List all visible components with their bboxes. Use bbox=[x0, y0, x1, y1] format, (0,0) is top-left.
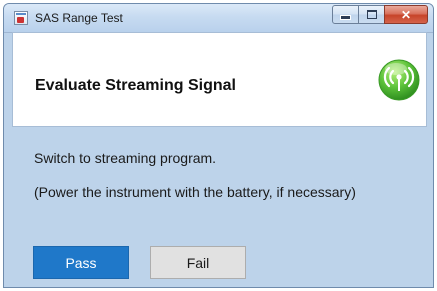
instruction-text: Switch to streaming program. bbox=[34, 150, 217, 166]
dialog-window: SAS Range Test ✕ Evaluate Streaming Sign… bbox=[3, 3, 434, 288]
maximize-icon bbox=[366, 10, 377, 19]
instruction-note: (Power the instrument with the battery, … bbox=[34, 184, 356, 200]
close-button[interactable]: ✕ bbox=[384, 5, 428, 24]
header-panel: Evaluate Streaming Signal bbox=[12, 32, 427, 127]
minimize-button[interactable] bbox=[332, 5, 359, 24]
fail-button[interactable]: Fail bbox=[150, 246, 246, 279]
title-bar[interactable]: SAS Range Test ✕ bbox=[4, 4, 433, 33]
app-icon[interactable] bbox=[14, 11, 28, 25]
window-title: SAS Range Test bbox=[35, 11, 123, 25]
page-title: Evaluate Streaming Signal bbox=[35, 77, 236, 94]
window-controls: ✕ bbox=[332, 5, 428, 25]
maximize-button[interactable] bbox=[358, 5, 385, 24]
streaming-signal-icon bbox=[378, 59, 420, 101]
minimize-icon bbox=[340, 15, 351, 20]
close-icon: ✕ bbox=[400, 7, 412, 22]
pass-button[interactable]: Pass bbox=[33, 246, 129, 279]
